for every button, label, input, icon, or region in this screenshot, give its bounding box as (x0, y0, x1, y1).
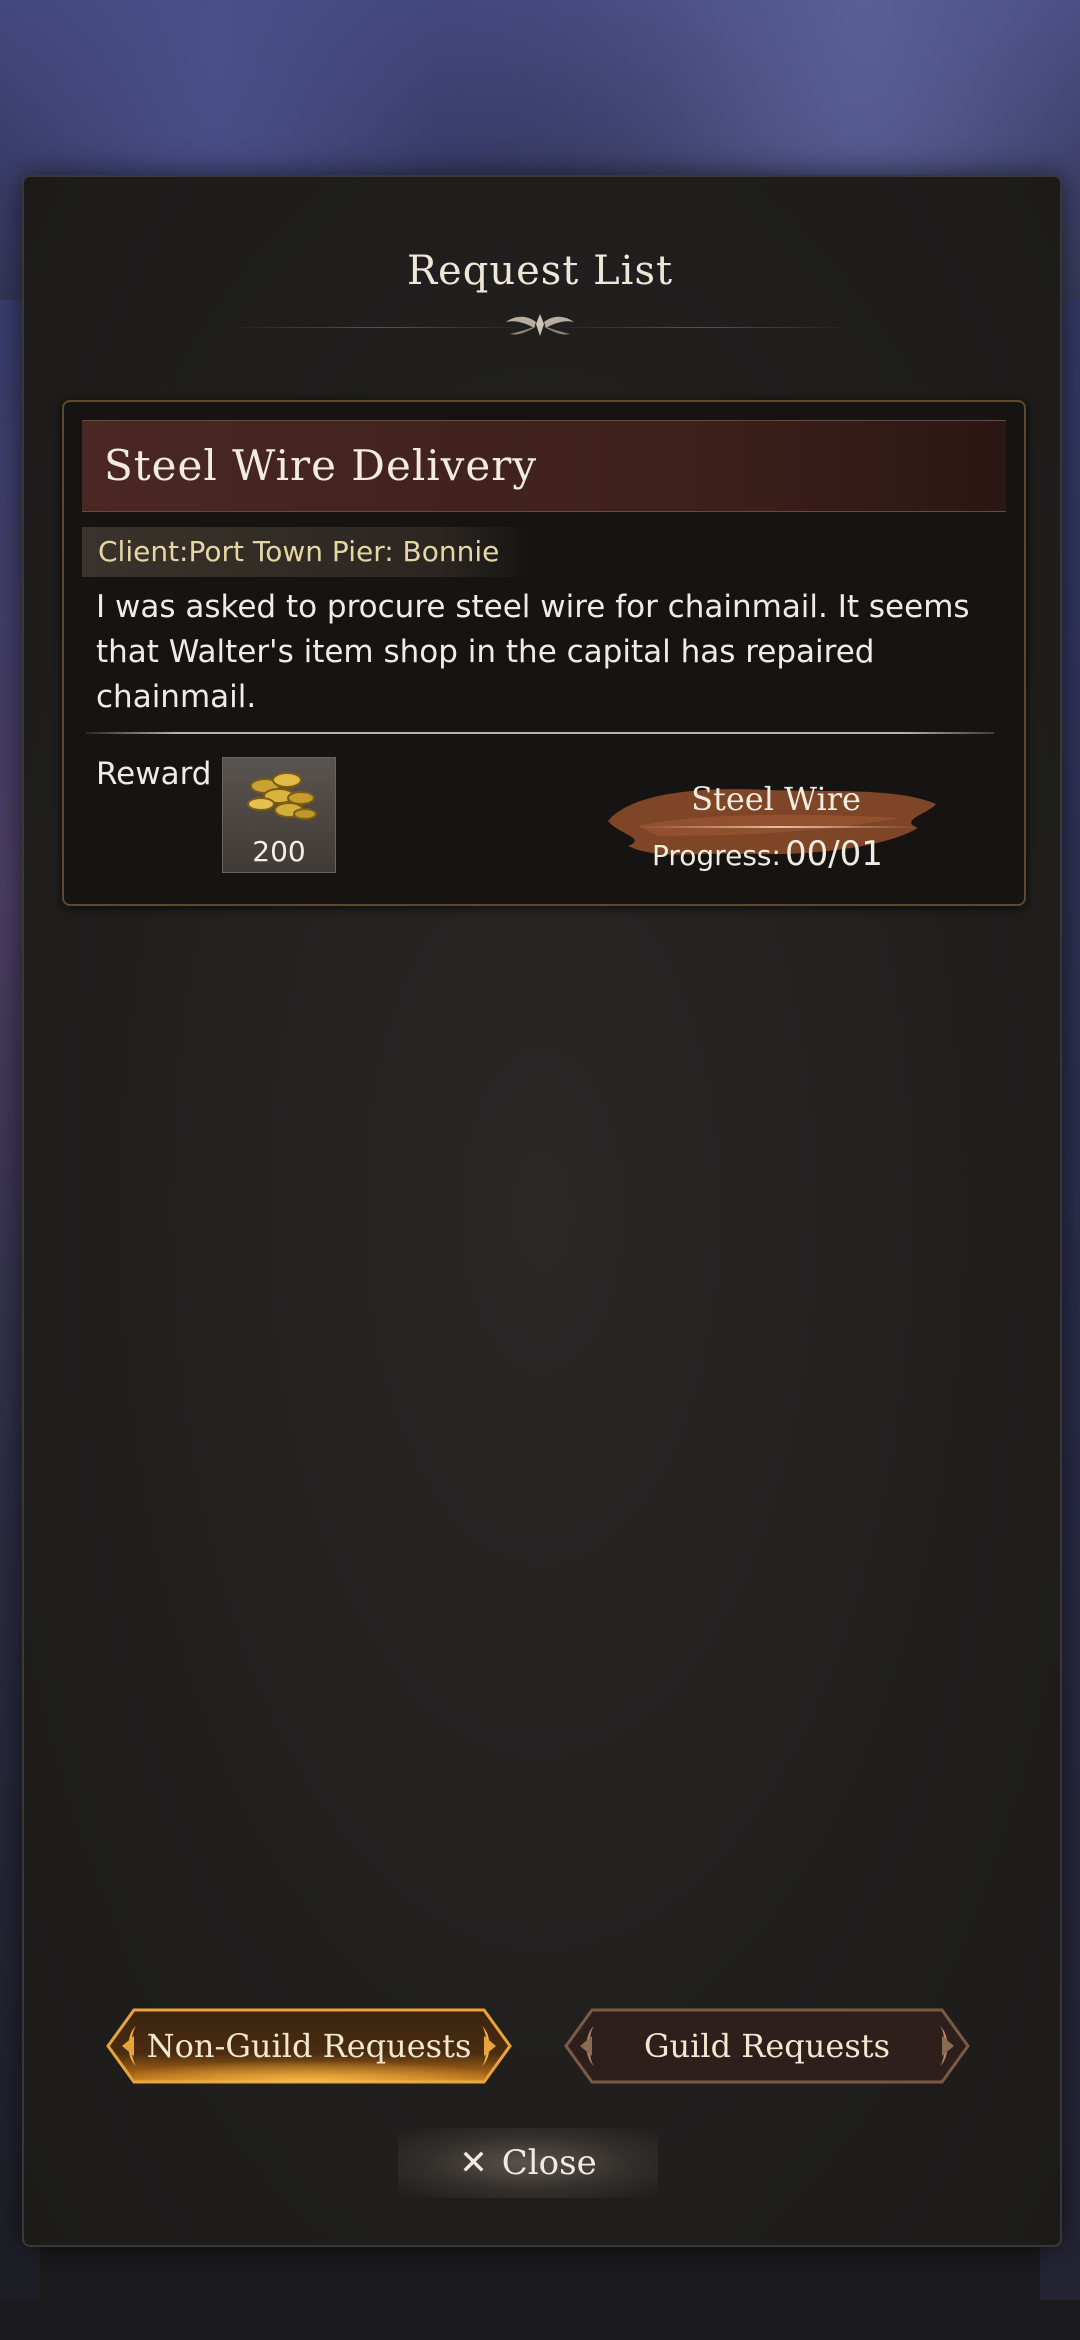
title-rule-right (550, 327, 850, 328)
progress-value: 00/01 (784, 834, 883, 874)
client-name: Port Town Pier: Bonnie (188, 535, 500, 568)
progress-readout: Progress: 00/01 (652, 834, 883, 874)
reward-label: Reward (96, 756, 212, 792)
client-badge: Client:Port Town Pier: Bonnie (82, 527, 530, 577)
request-description: I was asked to procure steel wire for ch… (96, 589, 970, 715)
gold-coins-icon (247, 772, 317, 820)
page-title: Request List (406, 248, 674, 294)
close-button[interactable]: ✕ Close (398, 2128, 658, 2198)
ornament-icon (506, 314, 574, 336)
reward-item[interactable]: 200 (222, 757, 336, 873)
tab-guild-label: Guild Requests (643, 2027, 891, 2065)
card-divider (86, 732, 994, 734)
tab-guild-requests[interactable]: Guild Requests (562, 2006, 972, 2086)
close-label: Close (501, 2143, 597, 2183)
client-label: Client: (98, 535, 189, 568)
progress-label: Progress: (652, 839, 781, 872)
target-underline (640, 826, 920, 828)
tab-non-guild-label: Non-Guild Requests (146, 2027, 472, 2065)
title-rule-left (230, 327, 530, 328)
close-icon: ✕ (459, 2143, 488, 2183)
reward-amount: 200 (252, 835, 306, 868)
target-item-name: Steel Wire (691, 780, 861, 818)
request-card-header: Steel Wire Delivery (82, 420, 1006, 512)
request-title: Steel Wire Delivery (104, 441, 538, 490)
tab-non-guild-requests[interactable]: Non-Guild Requests (104, 2006, 514, 2086)
